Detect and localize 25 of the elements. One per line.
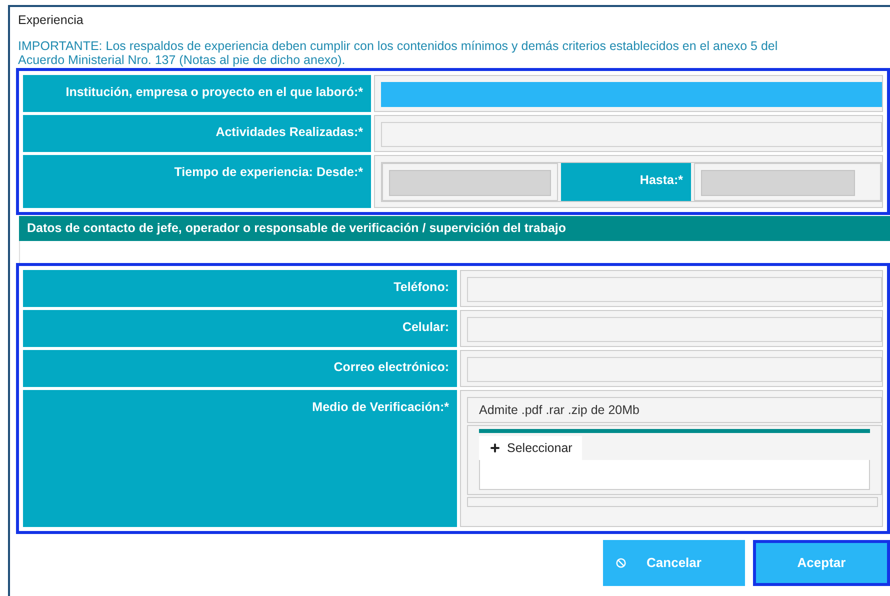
field-label-cell: Tiempo de experiencia: Desde:* — [23, 155, 371, 208]
field-label-cell: Actividades Realizadas:* — [23, 115, 371, 152]
text-input[interactable] — [467, 277, 882, 302]
cancel-button[interactable]: Cancelar — [603, 540, 745, 586]
field-label-cell: Correo electrónico: — [23, 350, 457, 387]
notice-text: IMPORTANTE: Los respaldos de experiencia deben cumplir con los contenidos mínimos y demás criterios establecidos en el anexo 5 del Acuerdo Ministerial Nro. 137 (Notas al pie de dicho anexo). — [17, 39, 779, 67]
field-label-cell: Medio de Verificación:* — [23, 390, 457, 527]
text-input[interactable] — [467, 317, 882, 342]
file-drop-area[interactable] — [479, 460, 870, 490]
date-input[interactable] — [389, 170, 551, 196]
field-label-cell: Celular: — [23, 310, 457, 347]
section-header: Datos de contacto de jefe, operador o responsable de verificación / supervición del trabajo — [19, 216, 890, 241]
upload-hint: Admite .pdf .rar .zip de 20Mb — [467, 397, 882, 423]
section-title: Experiencia — [17, 12, 84, 29]
text-input[interactable] — [467, 357, 882, 382]
text-input[interactable] — [381, 82, 882, 107]
select-file-button[interactable]: Seleccionar — [479, 436, 582, 460]
text-input[interactable] — [381, 122, 882, 147]
field-label-cell: Hasta:* — [561, 163, 691, 201]
field-label-cell: Teléfono: — [23, 270, 457, 307]
cancel-icon — [616, 558, 626, 568]
date-input[interactable] — [701, 170, 855, 196]
field-label-cell: Institución, empresa o proyecto en el que laboró:* — [23, 75, 371, 112]
plus-icon — [489, 442, 501, 454]
accept-button[interactable]: Aceptar — [753, 540, 890, 586]
